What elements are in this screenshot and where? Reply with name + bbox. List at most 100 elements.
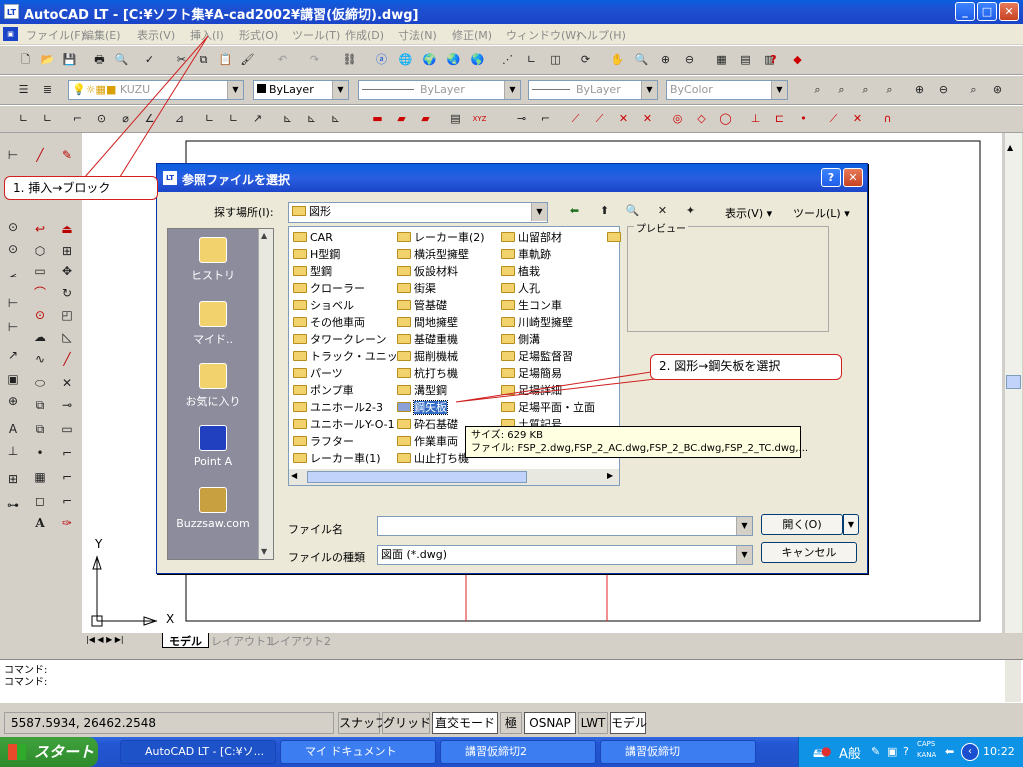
osnap-tan-icon[interactable]: ◯: [716, 110, 735, 128]
zoom-in-icon[interactable]: ⊕: [910, 81, 929, 99]
polygon-icon[interactable]: ⬡: [29, 241, 51, 262]
file-list-item[interactable]: パーツ: [293, 366, 343, 382]
extend-icon[interactable]: ⊸: [56, 395, 78, 416]
filename-input[interactable]: ▼: [377, 516, 753, 536]
ime-dict-icon[interactable]: ▣: [887, 745, 897, 758]
zoom-icon[interactable]: ⌕: [808, 81, 827, 99]
menu-edit[interactable]: 編集(E): [83, 27, 121, 43]
task-excel-1[interactable]: 講習仮締切: [600, 740, 756, 764]
menu-window[interactable]: ウィンドウ(W): [506, 27, 580, 43]
task-mydocs[interactable]: マイ ドキュメント: [280, 740, 436, 764]
chevron-down-icon[interactable]: ▼: [227, 81, 243, 99]
file-list-item[interactable]: 植栽: [501, 264, 540, 280]
place-history[interactable]: ヒストリ: [168, 237, 258, 283]
scroll-up-icon[interactable]: ▲: [1007, 143, 1013, 152]
up-folder-icon[interactable]: ⬆: [595, 202, 614, 220]
zoom-icon[interactable]: ⌕: [832, 81, 851, 99]
file-list-item[interactable]: 山止打ち機: [397, 451, 469, 467]
scale-icon[interactable]: ◰: [56, 305, 78, 326]
erase-icon[interactable]: ✎: [56, 145, 78, 166]
dim-ordinate-icon[interactable]: ⌐: [68, 110, 87, 128]
match-icon[interactable]: 🖌: [238, 51, 257, 69]
break-icon[interactable]: ▭: [56, 419, 78, 440]
chevron-down-icon[interactable]: ▼: [531, 203, 547, 221]
scroll-left-icon[interactable]: ◀: [291, 471, 297, 480]
close-button[interactable]: ✕: [999, 2, 1019, 21]
dim-icon[interactable]: ⊶: [2, 495, 24, 516]
properties-icon[interactable]: ▦: [712, 51, 731, 69]
rectangle-icon[interactable]: ▭: [29, 261, 51, 282]
copy-icon[interactable]: ⧉: [194, 51, 213, 69]
today-icon[interactable]: ◆: [788, 51, 807, 69]
ime-mode[interactable]: A般: [839, 743, 861, 762]
point-icon[interactable]: •: [29, 443, 51, 464]
osnap-toggle[interactable]: OSNAP: [524, 712, 576, 734]
fillet-icon[interactable]: ⌐: [56, 467, 78, 488]
dim-linear-icon[interactable]: ∟: [14, 110, 33, 128]
model-toggle[interactable]: モデル: [610, 712, 647, 734]
menu-modify[interactable]: 修正(M): [452, 27, 492, 43]
file-list-item[interactable]: レーカー車(1): [293, 451, 381, 467]
ellipse-icon[interactable]: ⬭: [29, 373, 51, 394]
tab-layout2[interactable]: レイアウト2: [264, 633, 336, 648]
file-list-item[interactable]: 管基礎: [397, 298, 447, 314]
start-button[interactable]: スタート: [0, 737, 98, 767]
open-icon[interactable]: 📂: [38, 51, 57, 69]
lwt-toggle[interactable]: LWT: [578, 712, 608, 734]
file-list-item[interactable]: 型鋼: [293, 264, 332, 280]
file-list-item[interactable]: 足場詳細: [501, 383, 562, 399]
new-folder-icon[interactable]: ✦: [681, 202, 700, 220]
file-list-item[interactable]: その他車両: [293, 315, 365, 331]
file-list-item[interactable]: 山留部材: [501, 230, 562, 246]
file-list-item[interactable]: クローラー: [293, 281, 365, 297]
filetype-select[interactable]: 図面 (*.dwg) ▼: [377, 545, 753, 565]
xyz-icon[interactable]: XYZ: [470, 110, 489, 128]
chevron-down-icon[interactable]: ▼: [504, 81, 520, 99]
command-scrollbar[interactable]: [1005, 660, 1021, 702]
file-list-item[interactable]: レーカー車(2): [397, 230, 485, 246]
dim-baseline-icon[interactable]: ∟: [200, 110, 219, 128]
redraw-icon[interactable]: ⟳: [576, 51, 595, 69]
zoom-icon[interactable]: ⌕: [880, 81, 899, 99]
drawing-vscroll[interactable]: ▲: [1004, 133, 1022, 633]
chevron-down-icon[interactable]: ▼: [771, 81, 787, 99]
circle-draw-icon[interactable]: ⊙: [29, 305, 51, 326]
plotstyle-combo[interactable]: ByColor ▼: [666, 80, 788, 100]
menu-insert[interactable]: 挿入(I): [190, 27, 224, 43]
chevron-down-icon[interactable]: ▼: [736, 517, 752, 535]
open-dropdown-icon[interactable]: ▼: [843, 514, 859, 535]
menu-tools[interactable]: ツール(T): [292, 27, 340, 43]
help-icon[interactable]: ?: [764, 51, 783, 69]
file-list-item[interactable]: 足場簡易: [501, 366, 562, 382]
ortho-toggle[interactable]: 直交モード: [432, 712, 498, 734]
dialog-close-button[interactable]: ✕: [843, 168, 863, 187]
print-icon[interactable]: 🖶: [90, 51, 109, 69]
angle-icon[interactable]: ⦟: [2, 263, 24, 284]
place-mydocs[interactable]: マイド..: [168, 301, 258, 347]
dim-style-icon[interactable]: ⊞: [2, 469, 24, 490]
dim-continue-icon[interactable]: ∟: [224, 110, 243, 128]
arc-icon[interactable]: ↩: [29, 219, 51, 240]
file-list-item[interactable]: 横浜型擁壁: [397, 247, 469, 263]
chamfer-icon[interactable]: ⌐: [56, 443, 78, 464]
file-list-item[interactable]: ラフター: [293, 434, 354, 450]
fillet-icon[interactable]: ⌐: [56, 491, 78, 512]
file-list-item[interactable]: 生コン車: [501, 298, 562, 314]
app-icon[interactable]: LT: [4, 4, 19, 19]
file-list-item[interactable]: 杭打ち機: [397, 366, 458, 382]
file-list-item[interactable]: 砕石基礎: [397, 417, 458, 433]
zoom-extents-icon[interactable]: ⊛: [988, 81, 1007, 99]
snap-toggle[interactable]: スナップ: [338, 712, 387, 734]
line-icon[interactable]: ╱: [29, 145, 51, 166]
menu-format[interactable]: 形式(O): [239, 27, 278, 43]
center-mark-icon[interactable]: ⊾: [302, 110, 321, 128]
file-list-item[interactable]: 側溝: [501, 332, 540, 348]
minimize-button[interactable]: _: [955, 2, 975, 21]
open-button[interactable]: 開く(O): [761, 514, 843, 535]
scroll-up-icon[interactable]: ▲: [261, 231, 267, 240]
osnap-quad-icon[interactable]: ◇: [692, 110, 711, 128]
layer-prop-icon[interactable]: ◫: [546, 51, 565, 69]
circle-icon[interactable]: ⊙: [2, 239, 24, 260]
hyperlink-icon[interactable]: ⛓: [340, 51, 359, 69]
menu-file[interactable]: ファイル(F): [26, 27, 85, 43]
